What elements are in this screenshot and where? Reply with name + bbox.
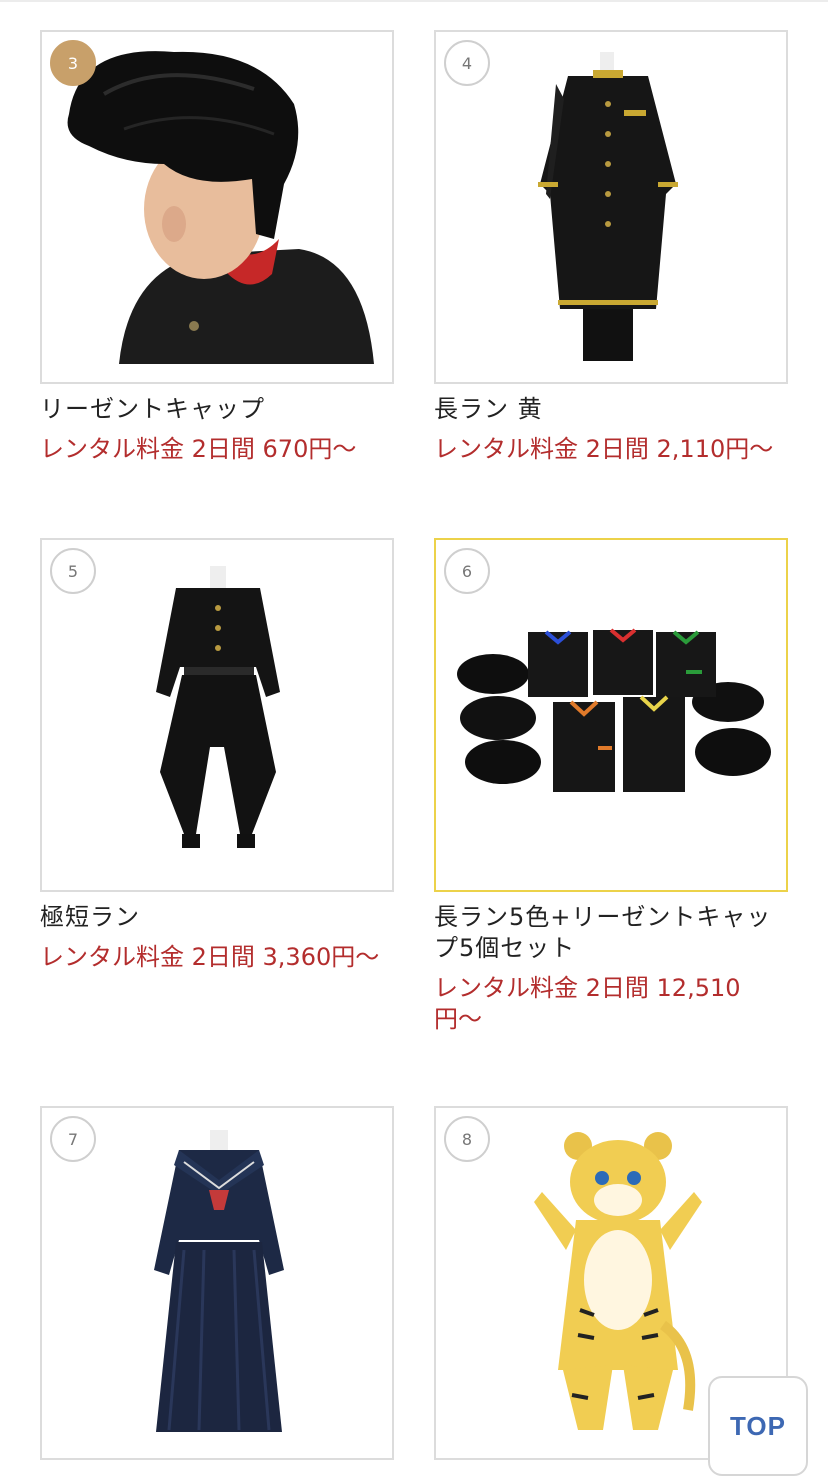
rank-badge: 7 — [50, 1116, 96, 1162]
rank-badge: 8 — [444, 1116, 490, 1162]
product-title[interactable]: リーゼントキャップ — [40, 394, 394, 425]
product-price: レンタル料金 2日間 670円〜 — [40, 435, 357, 463]
rank-badge: 4 — [444, 40, 490, 86]
product-title[interactable]: 長ラン 黄 — [434, 394, 788, 425]
product-price: レンタル料金 2日間 2,110円〜 — [434, 435, 774, 463]
product-image-frame[interactable]: 5 — [40, 538, 394, 892]
product-image-gokutan-ran — [44, 542, 392, 890]
product-price: レンタル料金 2日間 12,510円〜 — [434, 974, 741, 1033]
rank-badge: 3 — [50, 40, 96, 86]
product-image-frame[interactable]: 3 — [40, 30, 394, 384]
back-to-top-button[interactable]: TOP — [708, 1376, 808, 1476]
product-image-frame[interactable]: 6 — [434, 538, 788, 892]
product-price: レンタル料金 2日間 3,360円〜 — [40, 943, 380, 971]
rank-badge: 6 — [444, 548, 490, 594]
product-image-long-ran-yellow — [438, 34, 786, 382]
product-image-regent-cap — [44, 34, 392, 382]
product-title[interactable]: 極短ラン — [40, 902, 394, 933]
product-image-frame[interactable]: 4 — [434, 30, 788, 384]
product-title[interactable]: 長ラン5色+リーゼントキャップ5個セット — [434, 902, 788, 964]
top-divider — [0, 0, 828, 2]
product-image-sailor-uniform — [44, 1110, 392, 1458]
product-image-set — [438, 542, 786, 890]
rank-badge: 5 — [50, 548, 96, 594]
product-image-frame[interactable]: 7 — [40, 1106, 394, 1460]
